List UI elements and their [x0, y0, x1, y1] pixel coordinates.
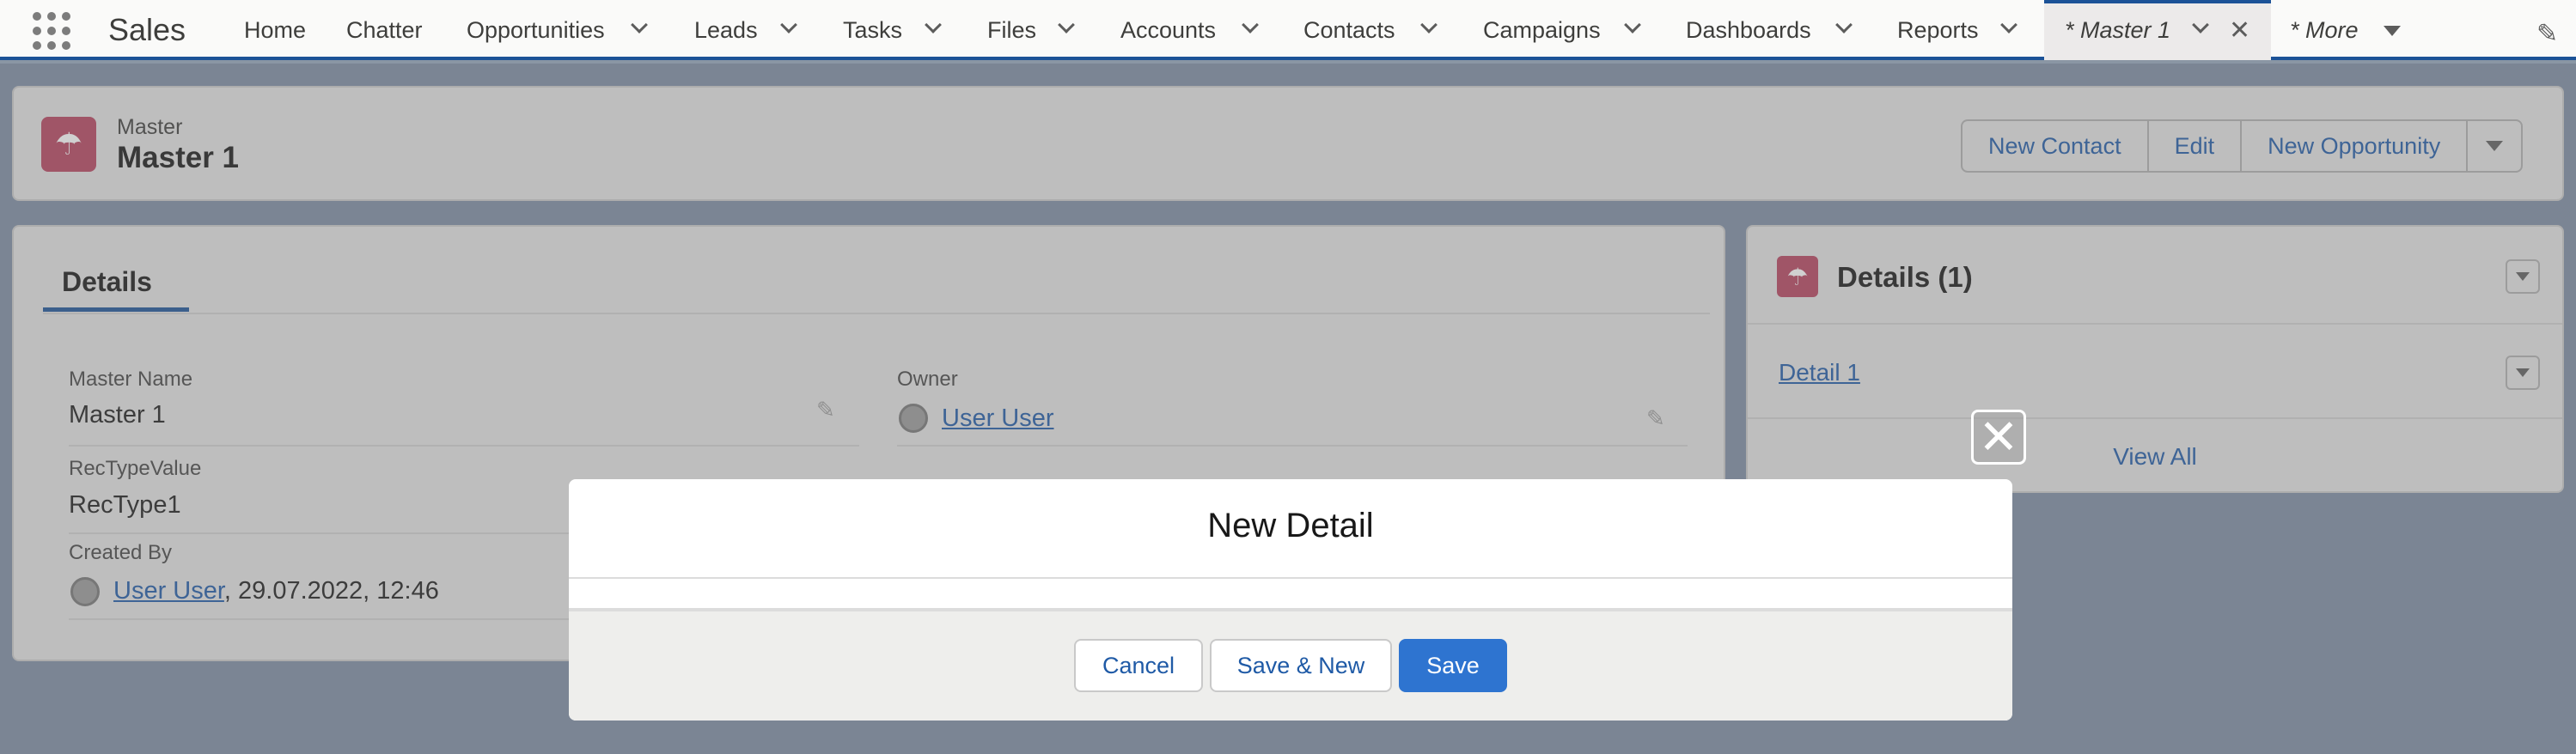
cancel-button[interactable]: Cancel — [1074, 639, 1203, 692]
nav-opportunities[interactable]: Opportunities — [467, 0, 605, 60]
nav-leads[interactable]: Leads — [694, 0, 758, 60]
nav-more[interactable]: * More — [2290, 0, 2359, 60]
tab-master-1-label: * Master 1 — [2065, 17, 2171, 43]
close-icon[interactable]: ✕ — [1971, 410, 2026, 465]
tab-master-1[interactable]: * Master 1 ✕ — [2044, 0, 2271, 60]
app-name: Sales — [108, 12, 186, 47]
nav-tasks[interactable]: Tasks — [843, 0, 902, 60]
triangle-down-icon[interactable] — [2384, 26, 2401, 36]
nav-chatter[interactable]: Chatter — [346, 0, 423, 60]
nav-files[interactable]: Files — [987, 0, 1036, 60]
modal-title: New Detail — [1207, 507, 1374, 544]
nav-dashboards[interactable]: Dashboards — [1686, 0, 1811, 60]
chevron-down-icon[interactable] — [925, 16, 942, 33]
nav-contacts[interactable]: Contacts — [1303, 0, 1395, 60]
close-icon[interactable]: ✕ — [2229, 15, 2250, 46]
chevron-down-icon[interactable] — [2000, 16, 2017, 33]
nav-reports[interactable]: Reports — [1897, 0, 1979, 60]
save-button[interactable]: Save — [1399, 639, 1507, 692]
edit-nav-pencil-icon[interactable]: ✎ — [2536, 19, 2558, 49]
chevron-down-icon[interactable] — [1420, 16, 1438, 33]
chevron-down-icon[interactable] — [780, 16, 797, 33]
app-launcher-icon[interactable] — [33, 12, 70, 50]
chevron-down-icon[interactable] — [1058, 16, 1075, 33]
save-and-new-button[interactable]: Save & New — [1210, 639, 1392, 692]
nav-campaigns[interactable]: Campaigns — [1483, 0, 1601, 60]
chevron-down-icon[interactable] — [1624, 16, 1641, 33]
chevron-down-icon[interactable] — [1835, 16, 1853, 33]
global-nav: Sales Home Chatter Opportunities Leads T… — [0, 0, 2576, 60]
nav-home[interactable]: Home — [244, 0, 306, 60]
nav-accounts[interactable]: Accounts — [1120, 0, 1216, 60]
chevron-down-icon[interactable] — [2192, 16, 2209, 33]
divider — [569, 577, 2012, 579]
new-detail-modal: New Detail Cancel Save & New Save — [569, 479, 2012, 721]
chevron-down-icon[interactable] — [1242, 16, 1259, 33]
chevron-down-icon[interactable] — [631, 16, 648, 33]
